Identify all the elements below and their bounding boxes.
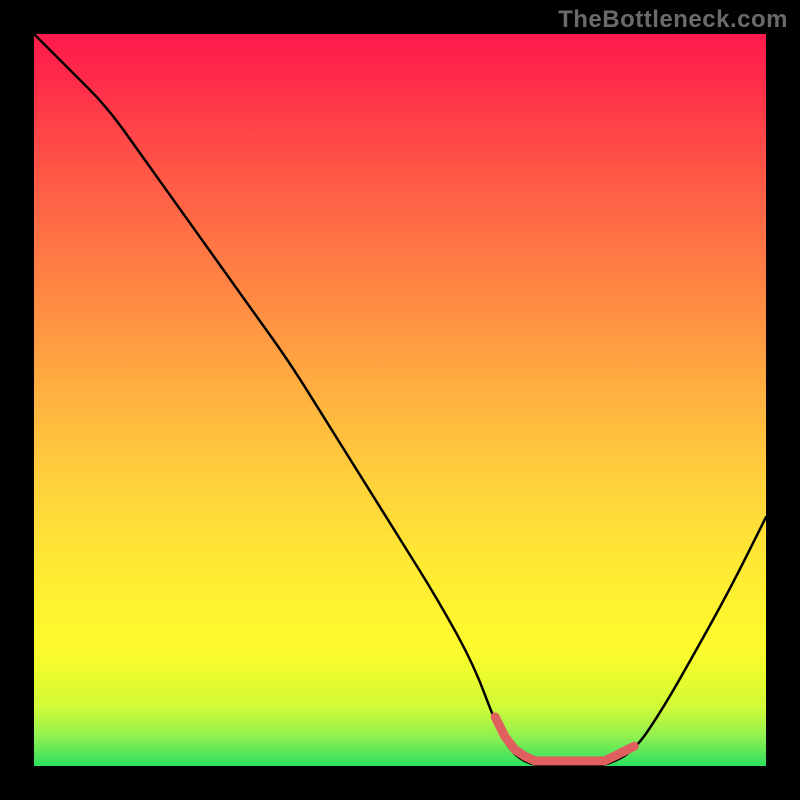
valley-highlight xyxy=(495,717,634,761)
chart-container: TheBottleneck.com xyxy=(0,0,800,800)
bottleneck-curve xyxy=(34,34,766,766)
watermark-text: TheBottleneck.com xyxy=(558,6,788,34)
curve-svg xyxy=(34,34,766,766)
plot-area xyxy=(34,34,766,766)
